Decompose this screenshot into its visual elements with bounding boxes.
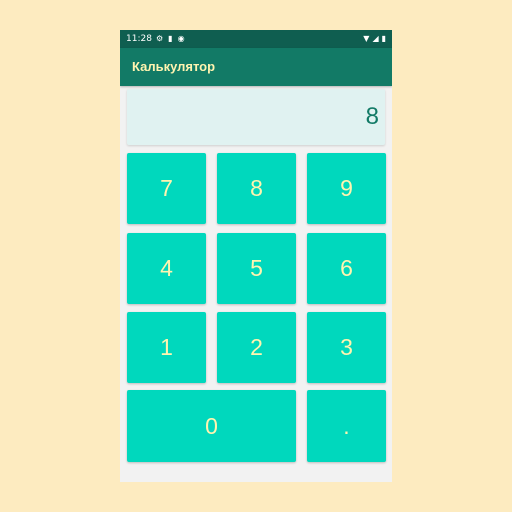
calculator-display: 8 [127,89,385,145]
app-title: Калькулятор [132,59,216,74]
phone-screen: 11:28 ⚙ ▮ ◉ ▼ ◢ ▮ Калькулятор 8 7 8 9 4 … [120,30,392,482]
key-7-button[interactable]: 7 [127,153,206,224]
app-bar: Калькулятор [120,48,392,86]
status-time: 11:28 [126,34,152,44]
status-bar: 11:28 ⚙ ▮ ◉ ▼ ◢ ▮ [120,30,392,48]
key-0-button[interactable]: 0 [127,390,296,462]
gear-icon: ⚙ [156,34,164,43]
key-6-button[interactable]: 6 [307,233,386,304]
status-left-icons: ⚙ ▮ ◉ [156,30,185,48]
sd-card-icon: ▮ [168,34,173,43]
key-9-button[interactable]: 9 [307,153,386,224]
key-1-button[interactable]: 1 [127,312,206,383]
status-right-icons: ▼ ◢ ▮ [363,30,386,48]
wifi-icon: ▼ [363,34,370,43]
battery-icon: ▮ [381,34,386,43]
key-2-button[interactable]: 2 [217,312,296,383]
key-decimal-button[interactable]: . [307,390,386,462]
display-value: 8 [365,103,379,130]
key-5-button[interactable]: 5 [217,233,296,304]
sync-icon: ◉ [177,34,185,43]
key-4-button[interactable]: 4 [127,233,206,304]
key-8-button[interactable]: 8 [217,153,296,224]
key-3-button[interactable]: 3 [307,312,386,383]
signal-icon: ◢ [372,34,379,43]
